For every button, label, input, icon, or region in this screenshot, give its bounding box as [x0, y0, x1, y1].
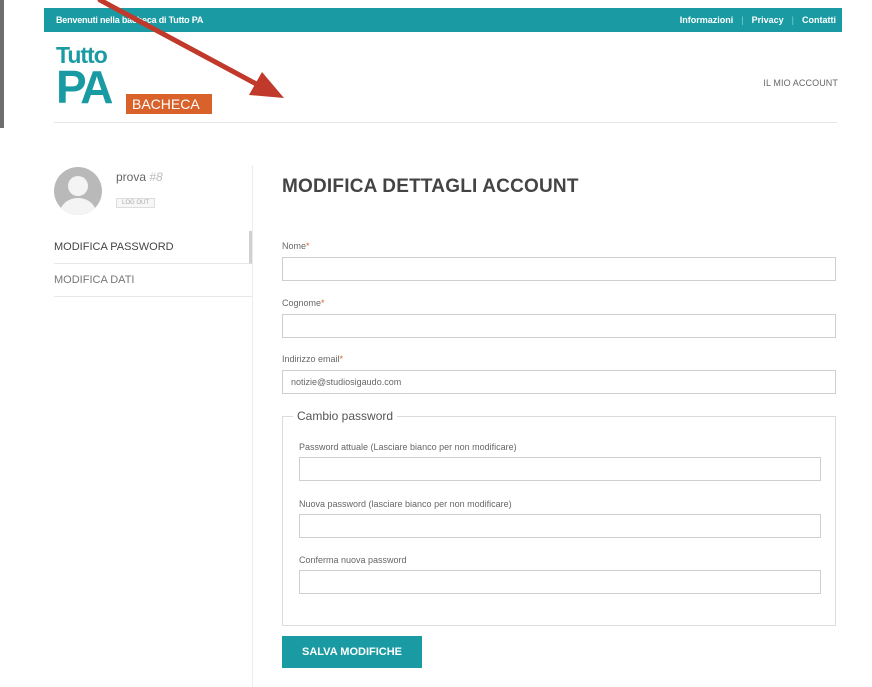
- content-divider: [252, 165, 253, 687]
- logout-button[interactable]: LOG OUT: [116, 198, 156, 208]
- current-password-label: Password attuale (Lasciare bianco per no…: [299, 442, 517, 452]
- top-bar: Benvenuti nella bacheca di Tutto PA Info…: [44, 8, 842, 32]
- page-title: MODIFICA DETTAGLI ACCOUNT: [282, 176, 579, 197]
- confirm-password-label: Conferma nuova password: [299, 555, 407, 565]
- logo-text-pa: PA: [56, 61, 113, 113]
- password-legend: Cambio password: [293, 409, 398, 423]
- email-field[interactable]: notizie@studiosigaudo.com: [282, 370, 836, 394]
- nome-field[interactable]: [282, 257, 836, 281]
- top-link-privacy[interactable]: Privacy: [752, 15, 784, 25]
- top-link-informazioni[interactable]: Informazioni: [680, 15, 734, 25]
- user-id: #8: [149, 170, 163, 184]
- new-password-field[interactable]: [299, 514, 821, 538]
- site-logo[interactable]: Tutto PA BACHECA: [56, 42, 216, 117]
- top-links: Informazioni | Privacy | Contatti: [680, 15, 836, 25]
- cognome-label: Cognome*: [282, 298, 325, 308]
- top-link-contatti[interactable]: Contatti: [802, 15, 836, 25]
- save-button[interactable]: SALVA MODIFICHE: [282, 636, 422, 668]
- sidebar-item-modifica-password[interactable]: MODIFICA PASSWORD: [54, 231, 252, 264]
- my-account-link[interactable]: IL MIO ACCOUNT: [763, 78, 838, 88]
- required-mark: *: [306, 241, 310, 251]
- left-edge-strip: [0, 0, 4, 128]
- top-link-separator: |: [791, 15, 794, 25]
- email-label-text: Indirizzo email: [282, 354, 340, 364]
- logo-tag-bacheca: BACHECA: [126, 94, 212, 114]
- avatar-head-icon: [68, 176, 88, 196]
- sidebar-item-modifica-dati[interactable]: MODIFICA DATI: [54, 264, 252, 297]
- header-divider: [54, 122, 837, 123]
- username: prova #8: [116, 170, 163, 184]
- annotation-arrow-head: [249, 72, 284, 98]
- cognome-label-text: Cognome: [282, 298, 322, 308]
- username-text: prova: [116, 170, 147, 184]
- current-password-field[interactable]: [299, 457, 821, 481]
- top-link-separator: |: [741, 15, 744, 25]
- required-mark: *: [321, 298, 325, 308]
- confirm-password-field[interactable]: [299, 570, 821, 594]
- nome-label-text: Nome: [282, 241, 307, 251]
- password-fieldset: Cambio password Password attuale (Lascia…: [282, 409, 836, 626]
- sidebar-nav: MODIFICA PASSWORD MODIFICA DATI: [54, 231, 252, 297]
- avatar: [54, 167, 102, 215]
- required-mark: *: [339, 354, 344, 364]
- welcome-text: Benvenuti nella bacheca di Tutto PA: [56, 15, 204, 25]
- email-label: Indirizzo email*: [282, 354, 343, 364]
- nome-label: Nome*: [282, 241, 310, 251]
- cognome-field[interactable]: [282, 314, 836, 338]
- new-password-label: Nuova password (lasciare bianco per non …: [299, 499, 512, 509]
- avatar-body-icon: [60, 198, 96, 215]
- account-form: MODIFICA DETTAGLI ACCOUNT Nome* Cognome*…: [282, 176, 838, 668]
